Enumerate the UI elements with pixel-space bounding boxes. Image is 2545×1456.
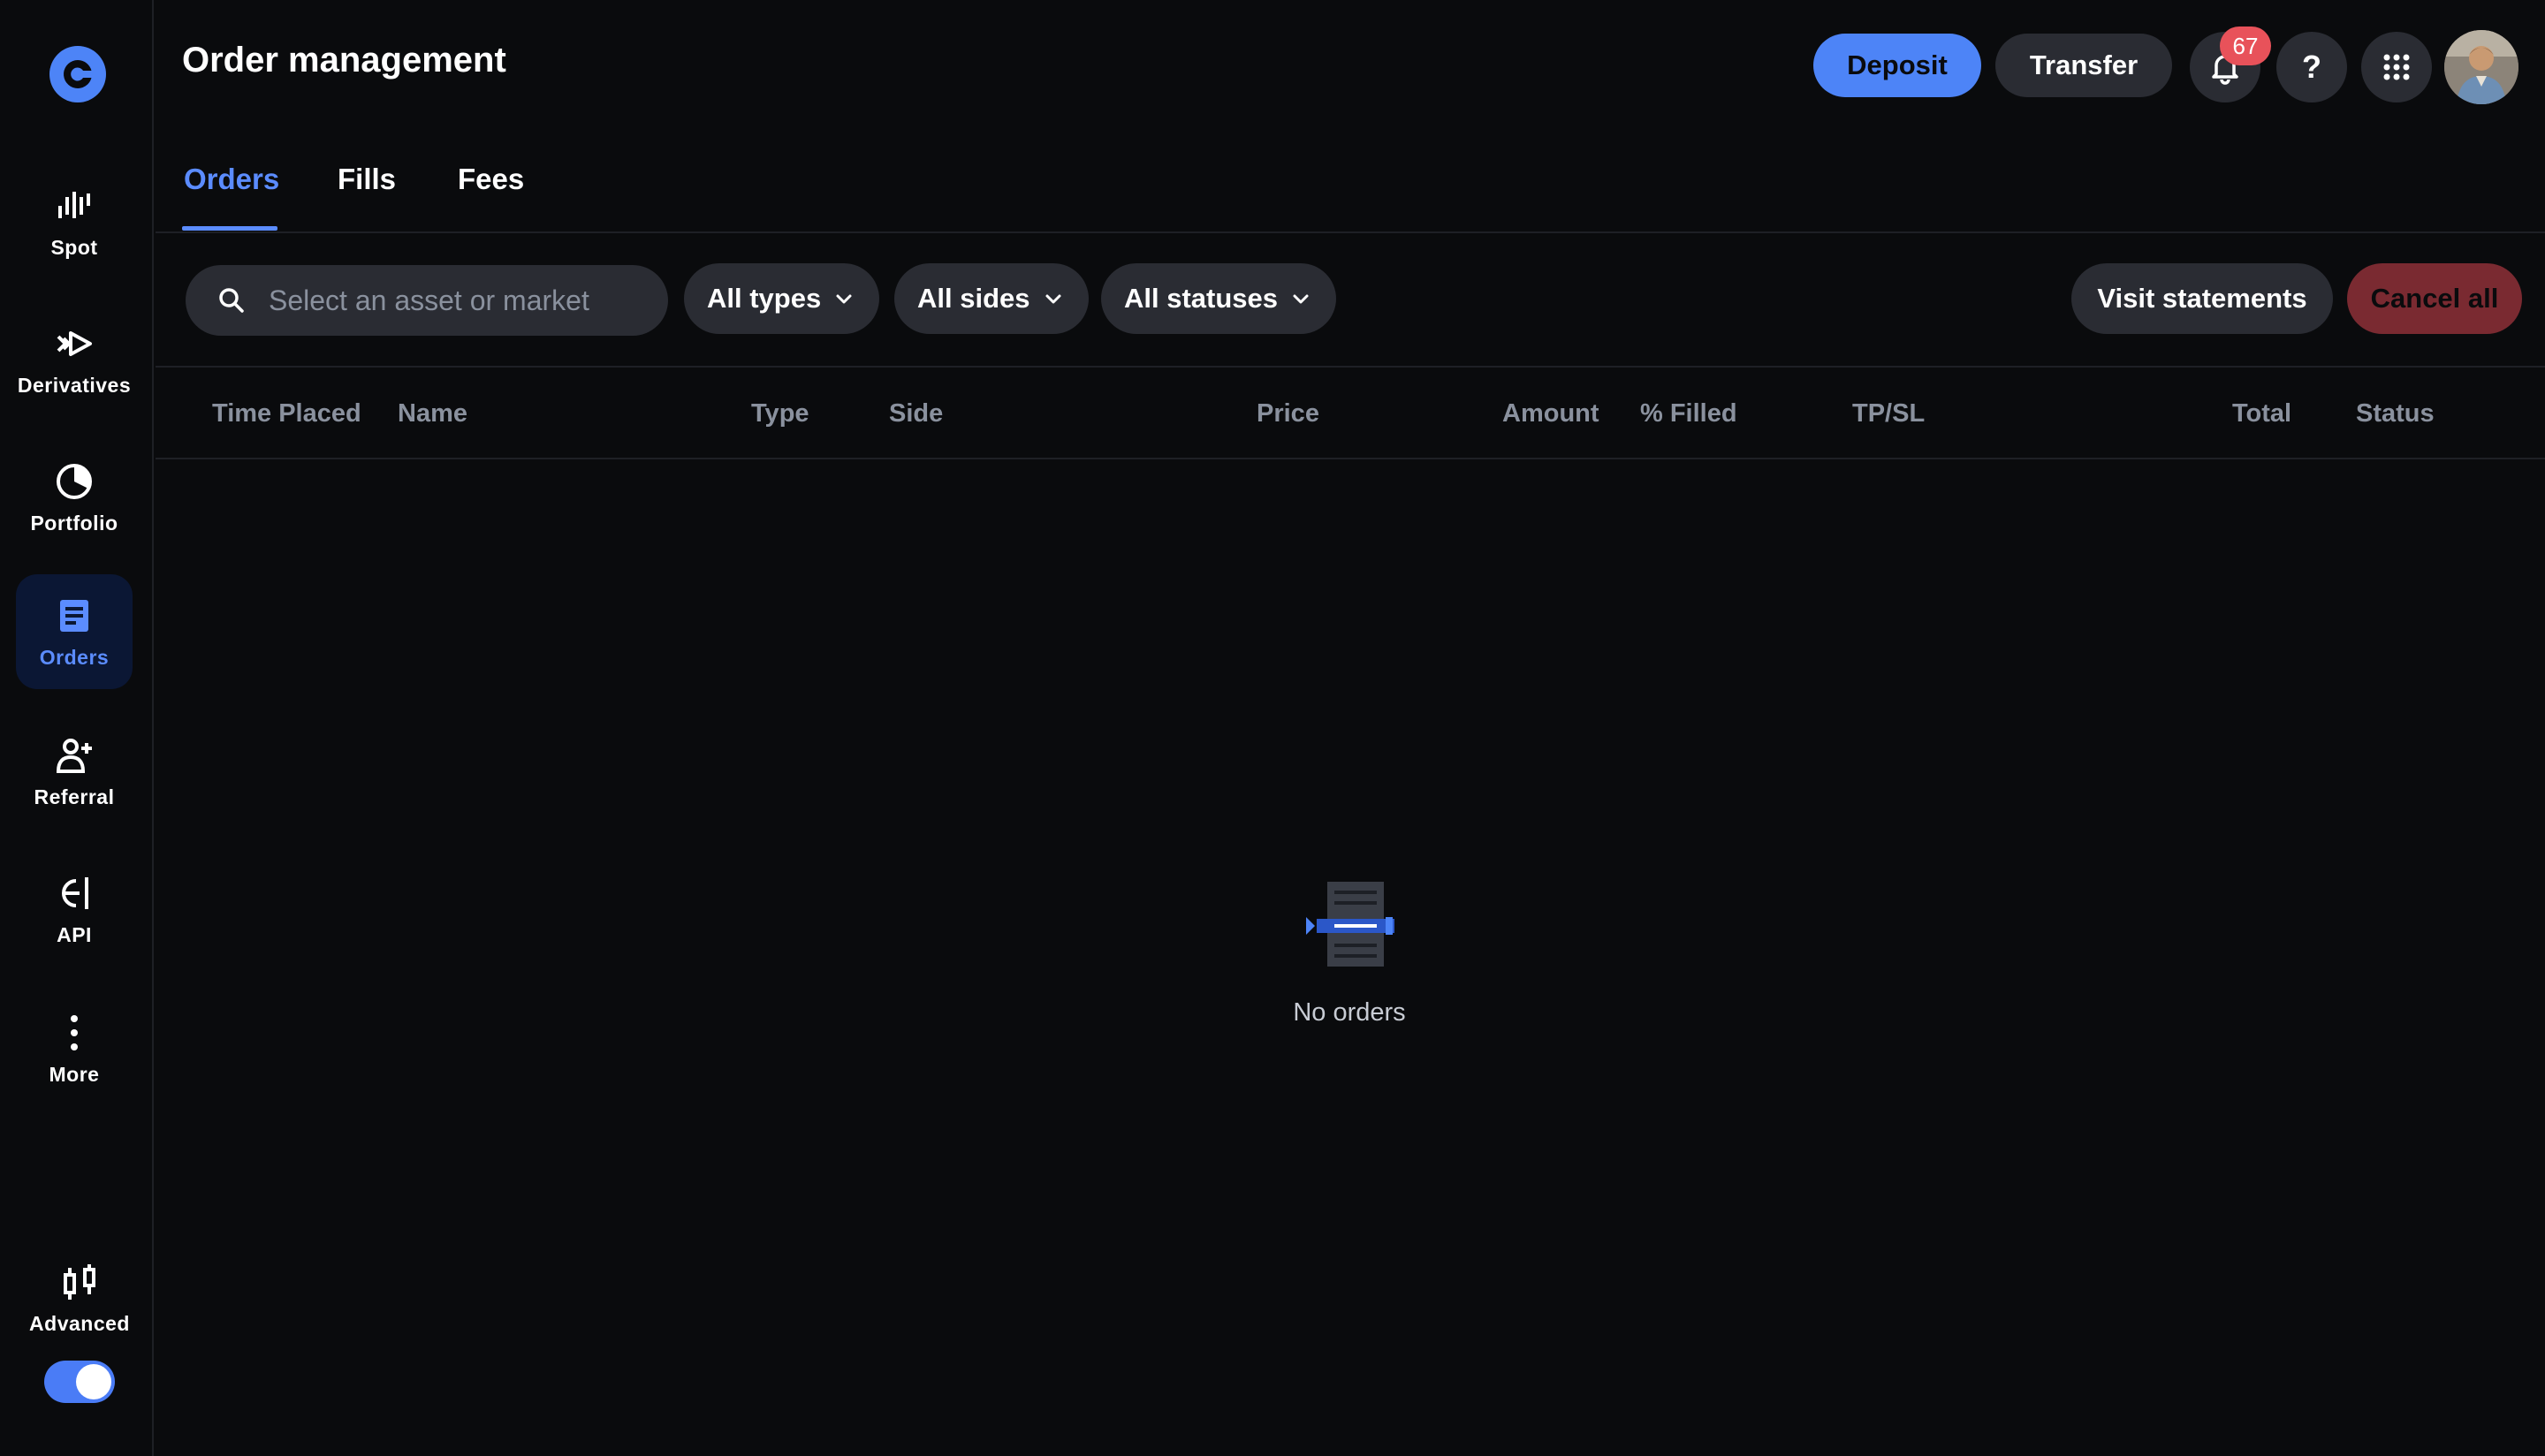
chevron-down-icon xyxy=(1293,294,1309,304)
visit-statements-button[interactable]: Visit statements xyxy=(2071,263,2333,334)
derivatives-icon xyxy=(57,330,92,356)
help-icon: ? xyxy=(2302,49,2321,85)
sidebar-item-label: Derivatives xyxy=(17,373,132,397)
pie-chart-icon xyxy=(57,463,92,499)
deposit-button[interactable]: Deposit xyxy=(1813,34,1981,97)
page-title: Order management xyxy=(182,41,506,80)
add-person-icon xyxy=(56,738,92,773)
column-header-time-placed[interactable]: Time Placed xyxy=(212,399,361,428)
more-vertical-icon xyxy=(71,1014,78,1050)
column-header-side[interactable]: Side xyxy=(889,399,943,428)
grid-apps-icon xyxy=(2383,54,2410,80)
search-box[interactable] xyxy=(186,265,668,336)
search-icon xyxy=(219,288,244,313)
status-filter-dropdown[interactable]: All statuses xyxy=(1101,263,1337,334)
column-header-status[interactable]: Status xyxy=(2356,399,2435,428)
candlestick-icon xyxy=(64,1263,95,1300)
sidebar-item-label: Referral xyxy=(34,785,115,808)
spot-bars-icon xyxy=(58,191,90,218)
sidebar-item-label: API xyxy=(57,922,92,946)
status-filter-value: All statuses xyxy=(1124,283,1279,314)
column-header-total[interactable]: Total xyxy=(2232,399,2291,428)
table-header-divider xyxy=(156,458,2545,459)
coinbase-logo[interactable] xyxy=(48,44,108,104)
advanced-toggle[interactable] xyxy=(44,1361,115,1403)
empty-orders-icon xyxy=(1304,880,1396,972)
toggle-knob xyxy=(76,1364,111,1399)
avatar[interactable] xyxy=(2444,30,2518,104)
sidebar-item-portfolio[interactable]: Portfolio xyxy=(16,440,133,555)
transfer-button[interactable]: Transfer xyxy=(1995,34,2172,97)
help-button[interactable]: ? xyxy=(2276,32,2347,102)
search-input[interactable] xyxy=(269,284,640,317)
active-tab-indicator xyxy=(182,226,277,231)
sidebar-item-orders[interactable]: Orders xyxy=(16,574,133,689)
filters-divider xyxy=(156,366,2545,368)
document-icon xyxy=(60,599,88,632)
sidebar-item-derivatives[interactable]: Derivatives xyxy=(16,302,133,417)
sidebar-item-api[interactable]: API xyxy=(16,852,133,967)
tab-fees[interactable]: Fees xyxy=(458,163,524,196)
column-header-price[interactable]: Price xyxy=(1257,399,1319,428)
type-filter-value: All types xyxy=(707,283,822,314)
column-header-type[interactable]: Type xyxy=(751,399,809,428)
chevron-down-icon xyxy=(1045,294,1060,304)
cancel-all-button[interactable]: Cancel all xyxy=(2347,263,2522,334)
sidebar-item-advanced[interactable]: Advanced xyxy=(21,1240,138,1355)
tab-fills[interactable]: Fills xyxy=(338,163,396,196)
sidebar-item-label: Portfolio xyxy=(30,511,118,535)
apps-menu-button[interactable] xyxy=(2361,32,2432,102)
sidebar-item-referral[interactable]: Referral xyxy=(16,714,133,829)
tabs-divider xyxy=(156,231,2545,233)
type-filter-dropdown[interactable]: All types xyxy=(684,263,880,334)
sidebar-item-label: Advanced xyxy=(29,1311,130,1335)
sidebar-item-spot[interactable]: Spot xyxy=(16,164,133,279)
column-header-name[interactable]: Name xyxy=(398,399,467,428)
sidebar-item-more[interactable]: More xyxy=(16,991,133,1106)
sidebar-item-label: Orders xyxy=(39,645,110,669)
notification-count-badge: 67 xyxy=(2220,27,2271,65)
empty-state-message: No orders xyxy=(1293,998,1406,1027)
sidebar: Spot Derivatives Portfolio Orders Referr… xyxy=(0,0,154,1456)
api-icon xyxy=(62,876,88,909)
app-root: Spot Derivatives Portfolio Orders Referr… xyxy=(0,0,2545,1456)
sidebar-item-label: Spot xyxy=(50,235,98,259)
column-header-percent-filled[interactable]: % Filled xyxy=(1640,399,1737,428)
column-header-amount[interactable]: Amount xyxy=(1502,399,1599,428)
sidebar-item-label: More xyxy=(49,1062,100,1086)
chevron-down-icon xyxy=(836,294,852,304)
tab-orders[interactable]: Orders xyxy=(184,163,279,196)
side-filter-value: All sides xyxy=(917,283,1030,314)
column-header-tp-sl[interactable]: TP/SL xyxy=(1852,399,1925,428)
user-photo-icon xyxy=(2444,30,2518,104)
side-filter-dropdown[interactable]: All sides xyxy=(894,263,1089,334)
